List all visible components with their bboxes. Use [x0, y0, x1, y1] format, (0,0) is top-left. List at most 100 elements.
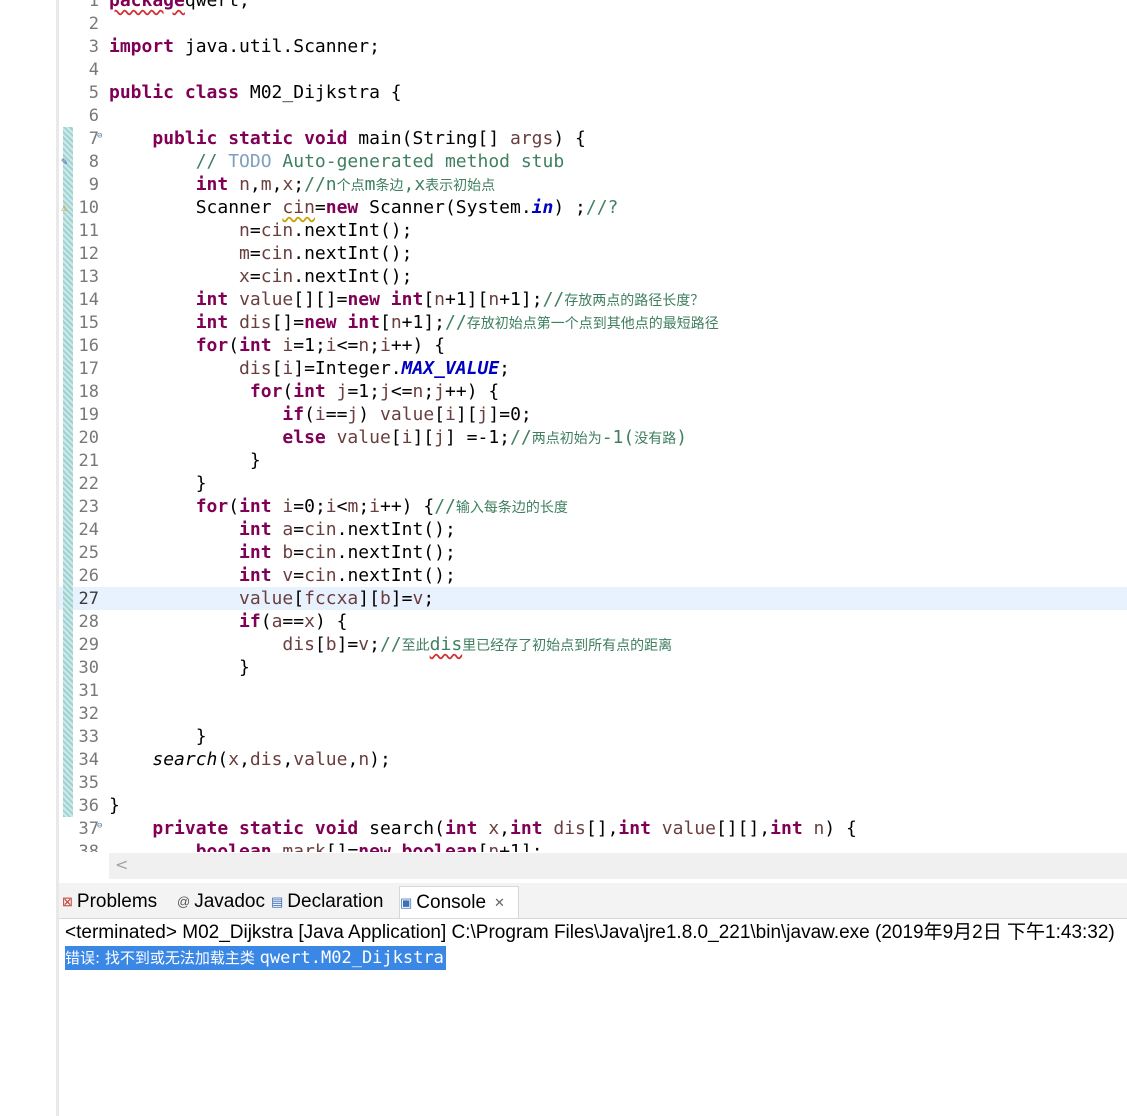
code-line[interactable]: 12 m=cin.nextInt(); [59, 242, 1127, 265]
fold-toggle-icon[interactable]: ⊖ [97, 131, 102, 141]
code-token: int [239, 519, 272, 540]
overview-ruler-marker [63, 633, 73, 656]
overview-ruler-marker [63, 794, 73, 817]
code-line[interactable]: 1 packageqwert; [59, 0, 1127, 12]
code-line[interactable]: 25 int b=cin.nextInt(); [59, 541, 1127, 564]
code-line[interactable]: 26 int v=cin.nextInt(); [59, 564, 1127, 587]
code-line[interactable]: 19 if(i==j) value[i][j]=0; [59, 403, 1127, 426]
code-line[interactable]: 22 } [59, 472, 1127, 495]
code-line[interactable]: 20 else value[i][j] =-1;//两点初始为-1(没有路) [59, 426, 1127, 449]
code-token: dis [249, 749, 283, 770]
tab-declaration[interactable]: ▤ Declaration [271, 886, 395, 917]
line-number: 8 [88, 152, 99, 172]
code-line[interactable]: 3 import java.util.Scanner; [59, 35, 1127, 58]
code-line[interactable]: 27 value[fccxa][b]=v; [59, 587, 1127, 610]
code-line[interactable]: 4 [59, 58, 1127, 81]
code-token: cin [304, 542, 337, 563]
code-text: Scanner cin=new Scanner(System.in) ;//? [109, 197, 619, 218]
code-line[interactable]: 37 ⊖ private static void search(int x,int… [59, 817, 1127, 840]
code-line[interactable]: 35 [59, 771, 1127, 794]
task-marker-icon[interactable]: ✎ [61, 155, 68, 168]
code-line[interactable]: 16 for(int i=1;i<=n;i++) { [59, 334, 1127, 357]
code-token: <= [336, 335, 359, 356]
code-token: int [239, 542, 272, 563]
code-token: args [510, 128, 554, 149]
code-line[interactable]: 5 public class M02_Dijkstra { [59, 81, 1127, 104]
code-line[interactable]: 21 } [59, 449, 1127, 472]
tab-console[interactable]: ▣ Console ✕ [399, 886, 519, 918]
code-token: b [325, 634, 337, 655]
code-line[interactable]: 33 } [59, 725, 1127, 748]
code-token: n [358, 335, 370, 356]
code-token: search [152, 749, 218, 770]
tab-javadoc[interactable]: @ Javadoc [177, 886, 267, 917]
tab-problems[interactable]: ⊠ Problems [62, 886, 172, 917]
code-line[interactable]: 7 ⊖ public static void main(String[] args… [59, 127, 1127, 150]
code-line[interactable]: 17 dis[i]=Integer.MAX_VALUE; [59, 357, 1127, 380]
warning-marker-icon[interactable]: ⚠ [61, 201, 68, 214]
tab-label: Console [416, 891, 487, 913]
code-token: for [195, 335, 229, 356]
fold-toggle-icon[interactable]: ⊖ [97, 821, 102, 831]
code-token: fccxa [304, 588, 359, 609]
code-line[interactable]: 32 [59, 702, 1127, 725]
horizontal-scrollbar[interactable]: < [109, 853, 1127, 879]
code-token: int [618, 818, 651, 839]
code-token: main(String[] [347, 128, 510, 149]
overview-ruler-marker [63, 288, 73, 311]
code-text: public class M02_Dijkstra { [109, 82, 402, 103]
code-token: [], [585, 818, 619, 839]
code-line[interactable]: 18 for(int j=1;j<=n;j++) { [59, 380, 1127, 403]
overview-ruler-marker [63, 725, 73, 748]
code-line[interactable]: 9 int n,m,x;//n个点m条边,x表示初始点 [59, 173, 1127, 196]
code-line[interactable]: 36} [59, 794, 1127, 817]
code-token: int [195, 174, 229, 195]
code-token: = [249, 266, 261, 287]
code-token: // [445, 312, 467, 333]
code-line[interactable]: 6 [59, 104, 1127, 127]
code-token: = [249, 243, 261, 264]
code-line[interactable]: 23 for(int i=0;i<m;i++) {//输入每条边的长度 [59, 495, 1127, 518]
overview-ruler-marker [63, 449, 73, 472]
code-line[interactable]: ✎ 8 // TODO Auto-generated method stub [59, 150, 1127, 173]
code-token: ++) { [445, 381, 500, 402]
code-token: []= [325, 841, 359, 852]
code-token: ; [293, 174, 305, 195]
code-token: // [510, 427, 532, 448]
code-line[interactable]: 11 n=cin.nextInt(); [59, 219, 1127, 242]
code-line[interactable]: 13 x=cin.nextInt(); [59, 265, 1127, 288]
code-editor[interactable]: 1 packageqwert; 2 3 import java.util.Scanner… [59, 0, 1127, 852]
code-token: =0; [293, 496, 326, 517]
code-line[interactable]: 14 int value[][]=new int[n+1][n+1];//存放两… [59, 288, 1127, 311]
line-number: 16 [78, 336, 99, 356]
code-line[interactable]: 2 [59, 12, 1127, 35]
code-line[interactable]: 31 [59, 679, 1127, 702]
line-number: 14 [78, 290, 99, 310]
line-number: 21 [78, 451, 99, 471]
close-icon[interactable]: ✕ [494, 895, 505, 911]
overview-ruler-marker [63, 748, 73, 771]
code-token: for [249, 381, 283, 402]
code-line[interactable]: ⚠ 10 Scanner cin=new Scanner(System.in) ;… [59, 196, 1127, 219]
console-error-output[interactable]: 错误: 找不到或无法加载主类 qwert.M02_Dijkstra [65, 946, 446, 970]
code-line[interactable]: 15 int dis[]=new int[n+1];//存放初始点第一个点到其他… [59, 311, 1127, 334]
code-line[interactable]: 30 } [59, 656, 1127, 679]
code-line[interactable]: 28 if(a==x) { [59, 610, 1127, 633]
scroll-left-icon[interactable]: < [115, 855, 128, 874]
code-text: dis[b]=v;//至此dis里已经存了初始点到所有点的距离 [109, 634, 672, 655]
code-line[interactable]: 24 int a=cin.nextInt(); [59, 518, 1127, 541]
line-number: 20 [78, 428, 99, 448]
code-token: < [336, 496, 348, 517]
code-line[interactable]: 29 dis[b]=v;//至此dis里已经存了初始点到所有点的距离 [59, 633, 1127, 656]
code-token: in [531, 197, 554, 218]
code-line[interactable]: 38 boolean mark[]=new boolean[n+1]; [59, 840, 1127, 852]
code-line[interactable]: 34 search(x,dis,value,n); [59, 748, 1127, 771]
code-token: n [434, 289, 445, 310]
code-token: [ [379, 312, 391, 333]
